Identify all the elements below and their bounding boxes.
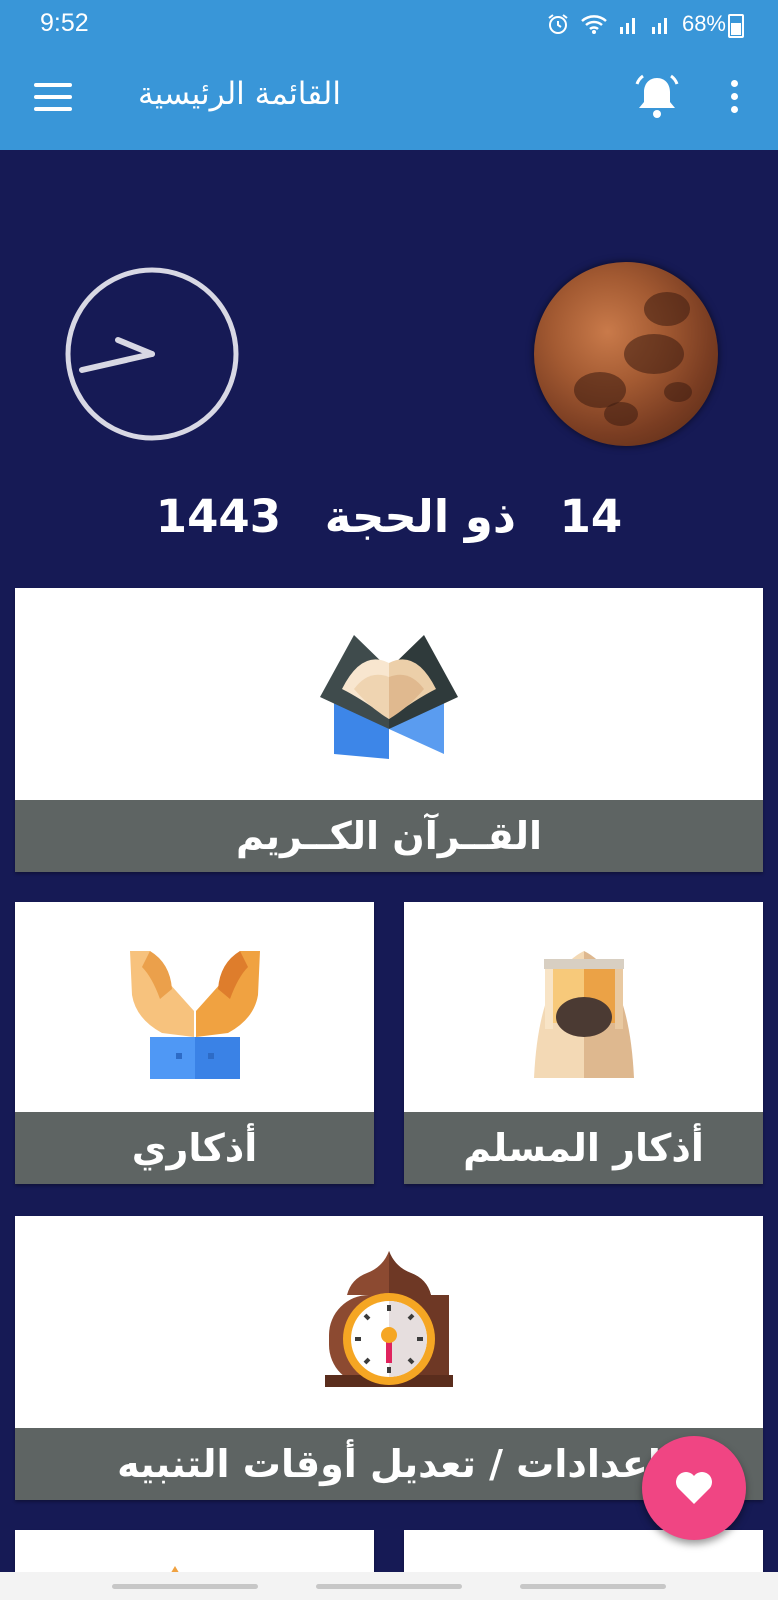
hijri-year: 1443 — [155, 490, 282, 543]
wifi-icon — [581, 15, 607, 34]
nav-pill[interactable] — [316, 1584, 462, 1589]
card-my-azkar[interactable]: أذكاري — [15, 902, 374, 1184]
more-vert-icon[interactable] — [726, 80, 742, 120]
nav-pill[interactable] — [520, 1584, 666, 1589]
status-time: 9:52 — [40, 9, 89, 37]
card-quran-label: القــرآن الكــريم — [15, 800, 763, 872]
status-bar: 9:52 68% — [0, 0, 778, 50]
analog-clock — [62, 264, 242, 444]
moon-icon[interactable] — [543, 72, 587, 126]
card-azkar-muslim[interactable]: أذكار المسلم — [404, 902, 763, 1184]
quran-icon — [320, 635, 458, 759]
favorite-fab[interactable] — [642, 1436, 746, 1540]
card-azkar-muslim-label: أذكار المسلم — [404, 1112, 763, 1184]
page-title: القائمة الرئيسية — [138, 76, 341, 112]
hijri-month: ذو الحجة — [324, 490, 516, 543]
nav-pill[interactable] — [112, 1584, 258, 1589]
muslim-man-icon — [533, 951, 634, 1078]
heart-icon — [676, 1472, 712, 1504]
moon-image — [534, 262, 718, 446]
signal-icon — [651, 18, 667, 34]
bell-icon[interactable] — [633, 72, 681, 122]
card-quran[interactable]: القــرآن الكــريم — [15, 588, 763, 872]
battery-percent: 68% — [681, 11, 726, 36]
mosque-clock-icon — [325, 1251, 453, 1387]
app-toolbar: القائمة الرئيسية — [0, 50, 778, 150]
battery-icon — [728, 14, 744, 38]
hijri-date: 14 ذو الحجة 1443 — [0, 490, 778, 543]
card-my-azkar-label: أذكاري — [15, 1112, 374, 1184]
hijri-day: 14 — [559, 490, 623, 543]
alarm-icon — [548, 14, 568, 34]
signal-icon — [619, 18, 635, 34]
menu-icon[interactable] — [34, 83, 72, 113]
praying-hands-icon — [129, 951, 260, 1079]
system-nav-bar — [0, 1572, 778, 1600]
status-icons: 68% — [546, 11, 726, 37]
